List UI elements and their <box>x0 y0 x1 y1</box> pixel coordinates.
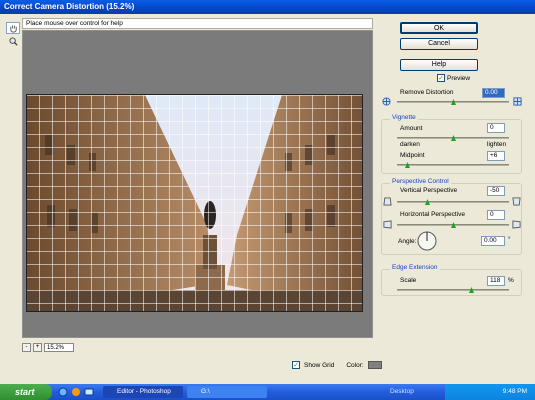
angle-label: Angle: <box>398 238 417 245</box>
horizontal-perspective-field[interactable]: 0 <box>487 210 505 220</box>
hand-tool[interactable] <box>6 22 20 34</box>
zoom-controls: - + 15.2% <box>22 341 74 353</box>
lighten-label: lighten <box>487 141 507 148</box>
midpoint-slider[interactable] <box>397 164 509 166</box>
amount-field[interactable]: 0 <box>487 123 505 133</box>
hand-icon <box>9 24 17 33</box>
system-tray: 9:48 PM <box>445 384 535 400</box>
scale-unit: % <box>508 277 514 284</box>
clock[interactable]: 9:48 PM <box>503 388 527 395</box>
zoom-tool[interactable] <box>6 35 20 47</box>
zoom-in-button[interactable]: + <box>33 342 42 352</box>
vertical-perspective-slider[interactable] <box>397 201 509 203</box>
preview-canvas[interactable] <box>22 30 373 338</box>
zoom-out-button[interactable]: - <box>22 342 31 352</box>
start-button[interactable]: start <box>0 384 52 400</box>
vertical-narrow-icon <box>383 197 392 206</box>
media-player-icon <box>72 388 80 396</box>
midpoint-field[interactable]: +6 <box>487 151 505 161</box>
angle-field[interactable]: 0.00 <box>481 236 505 246</box>
horizontal-right-icon <box>512 220 521 229</box>
preview-label: Preview <box>447 74 471 82</box>
vignette-title: Vignette <box>390 114 418 121</box>
taskbar-item-photoshop[interactable]: Editor - Photoshop El... <box>103 386 183 398</box>
vertical-perspective-field[interactable]: -50 <box>487 186 505 196</box>
horizontal-perspective-label: Horizontal Perspective <box>400 211 466 218</box>
perspective-title: Perspective Control <box>390 178 451 185</box>
color-label: Color: <box>346 361 364 369</box>
preview-option: ✓ Preview <box>437 74 470 82</box>
darken-label: darken <box>400 141 420 148</box>
desktop-toolbar-label[interactable]: Desktop <box>390 388 414 395</box>
show-grid-label: Show Grid <box>304 361 335 369</box>
show-grid-checkbox[interactable]: ✓ <box>292 361 300 369</box>
scale-label: Scale <box>400 277 417 284</box>
edge-extension-title: Edge Extension <box>390 264 440 271</box>
grid-options: ✓ Show Grid Color: <box>292 361 382 369</box>
angle-dial[interactable] <box>417 231 437 251</box>
preview-checkbox[interactable]: ✓ <box>437 74 445 82</box>
zoom-level[interactable]: 15.2% <box>44 342 74 352</box>
remove-distortion-label: Remove Distortion <box>400 89 454 96</box>
window-title: Correct Camera Distortion (15.2%) <box>4 2 135 11</box>
ie-icon <box>58 387 68 397</box>
help-button[interactable]: Help <box>400 59 478 71</box>
vertical-wide-icon <box>512 197 521 206</box>
ok-button[interactable]: OK <box>400 22 478 34</box>
horizontal-left-icon <box>383 220 392 229</box>
cancel-button[interactable]: Cancel <box>400 38 478 50</box>
vertical-perspective-label: Vertical Perspective <box>400 187 458 194</box>
scale-field[interactable]: 118 <box>487 276 505 286</box>
window-title-bar[interactable]: Correct Camera Distortion (15.2%) <box>0 0 535 14</box>
pincushion-icon <box>382 97 391 106</box>
angle-unit: ° <box>508 236 511 243</box>
magnifier-icon <box>8 36 18 46</box>
show-desktop-icon <box>84 388 94 396</box>
midpoint-label: Midpoint <box>400 152 425 159</box>
amount-label: Amount <box>400 125 423 132</box>
taskbar-item-folder[interactable]: G:\ <box>187 386 267 398</box>
preview-photo <box>26 94 363 312</box>
grid-color-swatch[interactable] <box>367 361 382 369</box>
barrel-icon <box>513 97 522 106</box>
help-hint: Place mouse over control for help <box>22 18 373 29</box>
start-label: start <box>15 387 35 397</box>
alignment-grid <box>27 95 362 311</box>
taskbar: start Editor - Photoshop El... G:\ Deskt… <box>0 384 535 400</box>
scale-slider[interactable] <box>397 289 509 291</box>
remove-distortion-field[interactable]: 0.00 <box>482 88 505 98</box>
